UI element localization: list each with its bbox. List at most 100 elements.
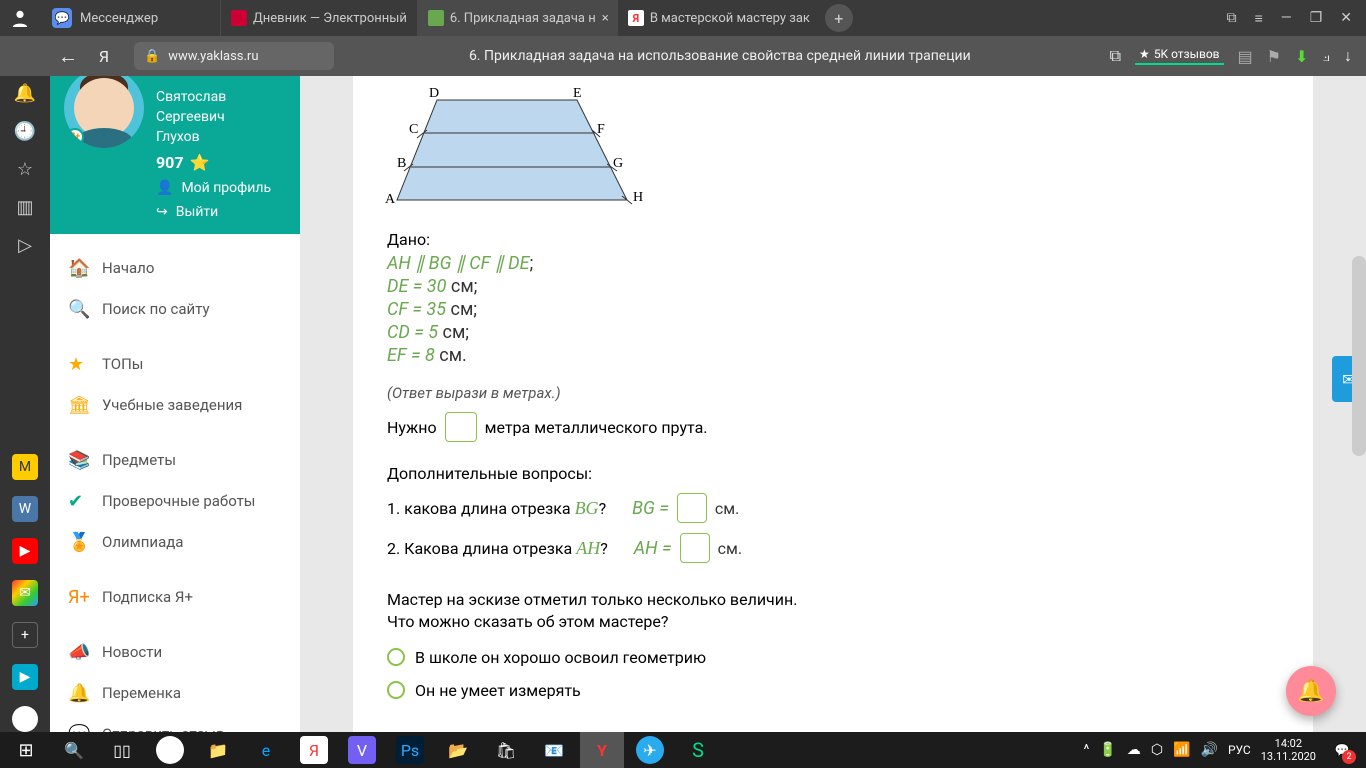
tab-yaklass-active[interactable]: 6. Прикладная задача н ×	[417, 0, 617, 36]
nav-home[interactable]: 🏠Начало	[50, 248, 300, 289]
given-de: DE = 30 см;	[387, 276, 1279, 297]
site-sidebar: Я+ Святослав Сергеевич Глухов 907 ⭐ 👤 Мо…	[50, 76, 300, 732]
site-icon	[428, 10, 444, 26]
input-bg[interactable]	[677, 493, 707, 523]
input-ah[interactable]	[680, 533, 710, 563]
tab-label: 6. Прикладная задача н	[450, 11, 596, 26]
reader-icon[interactable]: ▤	[1238, 47, 1253, 66]
collections-icon[interactable]: ▥	[14, 196, 36, 218]
yandex-market-icon[interactable]: М	[12, 454, 38, 480]
history-icon[interactable]: 🕘	[14, 120, 36, 142]
answer-line: Нужно метра металлического прута.	[387, 412, 1279, 442]
vk-icon[interactable]: W	[12, 496, 38, 522]
folder-icon[interactable]: 📂	[436, 732, 480, 768]
close-icon[interactable]: ×	[602, 11, 609, 26]
nav-break[interactable]: 🔔Переменка	[50, 673, 300, 714]
yandex-browser-active-icon[interactable]: Y	[580, 732, 624, 768]
action-center-icon[interactable]: 💬2	[1326, 734, 1358, 766]
label-F: F	[597, 122, 605, 138]
tray-wifi-icon[interactable]: 📶	[1173, 742, 1190, 758]
my-profile-link[interactable]: 👤 Мой профиль	[156, 180, 271, 196]
mail-icon[interactable]: ✉	[12, 580, 38, 606]
given-parallel: AH ∥ BG ∥ CF ∥ DE;	[387, 253, 1279, 274]
play-icon[interactable]: ▷	[14, 234, 36, 256]
photoshop-icon[interactable]: Ps	[388, 732, 432, 768]
add-panel-icon[interactable]: +	[12, 622, 38, 648]
tray-battery-icon[interactable]: 🔋	[1099, 742, 1116, 758]
close-window-icon[interactable]: ✕	[1340, 10, 1352, 26]
menu-icon[interactable]: ≡	[1255, 10, 1263, 27]
viber-icon[interactable]: V	[340, 732, 384, 768]
tray-chevron-icon[interactable]: ^	[1084, 742, 1090, 758]
tray-volume-icon[interactable]: 🔊	[1201, 742, 1218, 758]
tab-dnevnik[interactable]: Дневник — Электронный	[220, 0, 417, 36]
tab-label: Дневник — Электронный	[253, 11, 407, 26]
downloads-icon[interactable]: ↓	[1344, 46, 1352, 66]
mail-app-icon[interactable]: 📧	[532, 732, 576, 768]
radio-opt-1[interactable]: В школе он хорошо освоил геометрию	[387, 648, 1279, 667]
profile-name-l2: Сергеевич	[156, 108, 271, 126]
floating-bell-icon[interactable]: 🔔	[1286, 666, 1336, 716]
yaplus-badge-icon: Я+	[66, 128, 84, 146]
back-button[interactable]: ←	[50, 44, 86, 69]
titlebar-profile-icon[interactable]	[0, 9, 40, 27]
subq-1: 1. какова длина отрезка BG? BG =см.	[387, 493, 1279, 523]
yandex-home-icon[interactable]: Я	[86, 47, 122, 66]
label-A: A	[385, 192, 395, 208]
shortcut-icon[interactable]: ▶	[12, 664, 38, 690]
tab-label: В мастерской мастеру зак	[650, 11, 810, 26]
tray-bt-icon[interactable]: ⬡	[1151, 742, 1163, 758]
reviews-badge[interactable]: ★5K отзывов	[1135, 47, 1223, 65]
language-indicator[interactable]: РУС	[1228, 743, 1251, 757]
taskbar-search-icon[interactable]: 🔍	[52, 732, 96, 768]
nav-subjects[interactable]: 📚Предметы	[50, 440, 300, 481]
star-icon[interactable]: ☆	[14, 158, 36, 180]
nav-search[interactable]: 🔍Поиск по сайту	[50, 289, 300, 330]
extensions-icon[interactable]: ⟓	[1322, 46, 1330, 66]
tray-cloud-icon[interactable]: ☁	[1127, 742, 1141, 758]
start-icon[interactable]: ⊞	[4, 732, 48, 768]
scrollbar[interactable]	[1352, 256, 1366, 456]
url-box[interactable]: 🔒 www.yaklass.ru	[134, 42, 334, 70]
nav-yaplus[interactable]: Я+Подписка Я+	[50, 577, 300, 618]
maximize-icon[interactable]: ❐	[1310, 10, 1323, 26]
subq-label: Дополнительные вопросы:	[387, 464, 1279, 483]
logout-link[interactable]: ↪ Выйти	[156, 204, 271, 220]
store-icon[interactable]: 🛍	[484, 732, 528, 768]
clock[interactable]: 14:02 13.11.2020	[1261, 737, 1316, 763]
nav-schools[interactable]: 🏛Учебные заведения	[50, 385, 300, 426]
nav-tests[interactable]: ✔Проверочные работы	[50, 481, 300, 522]
nav-olymp[interactable]: 🏅Олимпиада	[50, 522, 300, 563]
content: D E C F B G A H Дано: AH ∥ BG ∥ CF ∥ DE;…	[353, 76, 1313, 732]
alice-icon[interactable]	[12, 706, 38, 732]
explorer-icon[interactable]: 📁	[196, 732, 240, 768]
avatar[interactable]: Я+	[64, 76, 144, 148]
answer-input-meters[interactable]	[445, 412, 477, 442]
open-window-icon[interactable]: ⧉	[1110, 46, 1121, 66]
copy-icon[interactable]: ⧉	[1227, 10, 1237, 26]
profile-name-l3: Глухов	[156, 128, 271, 146]
tab-yandex[interactable]: Я В мастерской мастеру зак	[617, 0, 817, 36]
radio-opt-2[interactable]: Он не умеет измерять	[387, 681, 1279, 700]
youtube-icon[interactable]: ▶	[12, 538, 38, 564]
bookmark-icon[interactable]: ⚑	[1267, 47, 1281, 66]
given-ef: EF = 8 см.	[387, 345, 1279, 366]
edge-icon[interactable]: e	[244, 732, 288, 768]
check-icon: ✔	[68, 491, 90, 512]
yandex-icon[interactable]: Я	[292, 732, 336, 768]
s-app-icon[interactable]: S	[676, 732, 720, 768]
tab-messenger[interactable]: 💬 Мессенджер	[40, 0, 220, 36]
speech-icon: 💬	[68, 724, 90, 732]
subq-2: 2. Какова длина отрезка AH? AH =см.	[387, 533, 1279, 563]
browser-alice-icon[interactable]	[148, 732, 192, 768]
minimize-icon[interactable]: —	[1281, 10, 1292, 26]
star-icon: ★	[68, 354, 90, 375]
nav-tops[interactable]: ★ТОПы	[50, 344, 300, 385]
bell-icon[interactable]: 🔔	[14, 82, 36, 104]
tab-add-button[interactable]: +	[825, 4, 853, 32]
nav-feedback[interactable]: 💬Отправить отзыв	[50, 714, 300, 732]
nav-news[interactable]: 📣Новости	[50, 632, 300, 673]
telegram-icon[interactable]: ✈	[628, 732, 672, 768]
taskview-icon[interactable]: ▯▯	[100, 732, 144, 768]
download-arrow-icon[interactable]: ⬇	[1295, 47, 1308, 66]
